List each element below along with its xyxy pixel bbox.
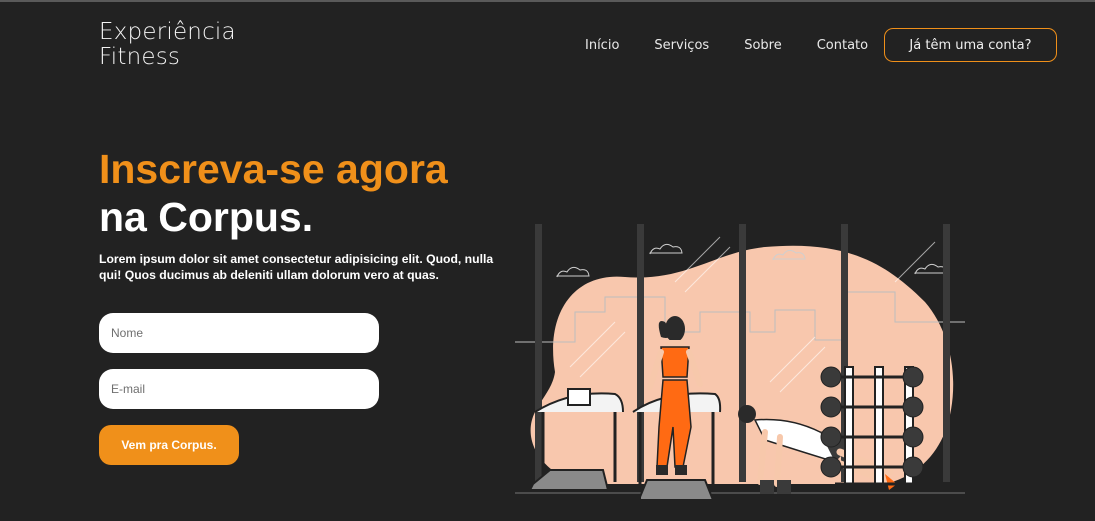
site-logo[interactable]: Experiência Fitness [99,20,236,70]
nav-link-servicos[interactable]: Serviços [654,29,709,63]
hero-title: Inscreva-se agora na Corpus. [99,145,448,241]
logo-line-1: Experiência [99,19,236,45]
hero-description: Lorem ipsum dolor sit amet consectetur a… [99,252,494,282]
name-input[interactable] [99,313,379,353]
hero-title-line-2: na Corpus. [99,194,314,240]
nav-link-contato[interactable]: Contato [817,29,868,63]
window-top-border [0,0,1095,2]
nav-link-inicio[interactable]: Início [585,29,619,63]
login-button[interactable]: Já têm uma conta? [884,28,1057,62]
hero-title-line-1: Inscreva-se agora [99,146,448,192]
nav-link-sobre[interactable]: Sobre [744,29,782,63]
gym-illustration [515,224,965,501]
logo-line-2: Fitness [99,44,181,70]
submit-button[interactable]: Vem pra Corpus. [99,425,239,465]
main-nav: Início Serviços Sobre Contato [585,29,903,63]
email-input[interactable] [99,369,379,409]
